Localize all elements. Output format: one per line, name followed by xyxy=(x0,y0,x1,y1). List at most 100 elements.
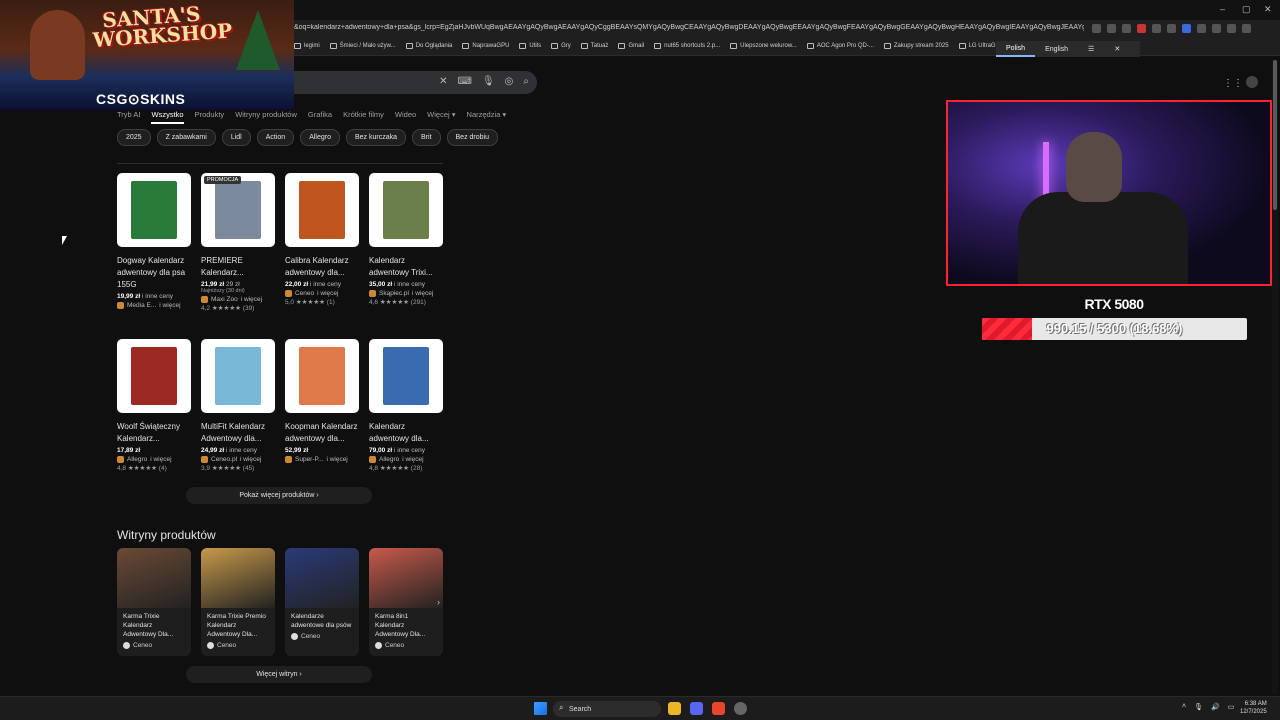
product-card[interactable]: Woolf Świąteczny Kalendarz... 17,89 zł Al… xyxy=(117,339,191,491)
bookmark-item[interactable]: Tatuaż xyxy=(580,43,608,49)
product-title[interactable]: PREMIERE Kalendarz... xyxy=(201,255,275,279)
keyboard-icon[interactable]: ⌨ xyxy=(458,76,472,87)
discord-icon[interactable] xyxy=(690,702,703,715)
product-image[interactable] xyxy=(369,173,443,247)
bookmark-item[interactable]: Do Oglądania xyxy=(405,43,452,49)
close-icon[interactable]: ✕ xyxy=(1264,4,1272,15)
product-card[interactable]: Calibra Kalendarz adwentowy dla... 22,00 … xyxy=(285,173,359,325)
filter-chip[interactable]: Action xyxy=(256,129,295,146)
product-image[interactable] xyxy=(285,339,359,413)
microphone-icon[interactable]: 🎙 xyxy=(1194,703,1203,711)
search-icon[interactable]: ⌕ xyxy=(523,76,529,87)
product-title[interactable]: MultiFit Kalendarz Adwentowy dla... xyxy=(201,421,275,445)
extension-icon[interactable] xyxy=(1152,24,1161,33)
filter-chip[interactable]: Bez kurczaka xyxy=(345,129,407,146)
filter-chip[interactable]: Bez drobiu xyxy=(446,129,498,146)
taskbar-search[interactable]: ⌕ Search xyxy=(553,701,661,717)
extension-icon[interactable] xyxy=(1167,24,1176,33)
product-card[interactable]: Kalendarz adwentowy dla... 79,00 zł i inn… xyxy=(369,339,443,491)
search-tab[interactable]: Wideo xyxy=(395,110,416,124)
bookmark-item[interactable]: Gmail xyxy=(618,43,644,49)
search-tab[interactable]: Narzędzia ▾ xyxy=(467,110,507,124)
filter-chip[interactable]: Lidl xyxy=(221,129,251,146)
file-explorer-icon[interactable] xyxy=(668,702,681,715)
url-text[interactable]: &oq=kalendarz+adwentowy+dla+psa&gs_lcrp=… xyxy=(294,24,1084,31)
extension-icon[interactable] xyxy=(1137,24,1146,33)
avatar[interactable] xyxy=(1246,76,1258,88)
show-more-products-button[interactable]: Pokaż więcej produktów › xyxy=(186,487,372,504)
scroll-thumb[interactable] xyxy=(1273,60,1277,210)
product-card[interactable]: Kalendarz adwentowy Trixi... 35,00 zł i i… xyxy=(369,173,443,325)
bookmark-item[interactable]: Zakupy stream 2025 xyxy=(883,43,949,49)
extension-icon[interactable] xyxy=(1122,24,1131,33)
maximize-icon[interactable]: ▢ xyxy=(1242,4,1251,15)
search-tab[interactable]: Krótkie filmy xyxy=(343,110,384,124)
bookmark-item[interactable]: Ulepszone welurow... xyxy=(730,43,797,49)
bookmark-item[interactable]: legimi xyxy=(294,43,320,49)
minimize-icon[interactable]: – xyxy=(1220,4,1225,14)
filter-chip[interactable]: Brit xyxy=(412,129,441,146)
network-icon[interactable]: ▭ xyxy=(1228,703,1235,711)
extension-icon[interactable] xyxy=(1242,24,1251,33)
product-card[interactable]: Dogway Kalendarz adwentowy dla psa 155G 1… xyxy=(117,173,191,325)
bookmark-item[interactable]: nut65 shortcuts 2.p... xyxy=(654,43,720,49)
product-image[interactable] xyxy=(117,173,191,247)
product-image[interactable] xyxy=(285,173,359,247)
settings-icon[interactable] xyxy=(734,702,747,715)
translate-tab-english[interactable]: English xyxy=(1035,41,1078,57)
site-card[interactable]: Kalendarze adwentowe dla psów Ceneo xyxy=(285,548,359,656)
clock[interactable]: 6:38 AM 12/7/2025 xyxy=(1240,700,1267,716)
filter-chip[interactable]: Allegro xyxy=(300,129,340,146)
clear-icon[interactable]: ✕ xyxy=(439,76,447,87)
search-tab[interactable]: Tryb AI xyxy=(117,110,140,124)
bookmark-item[interactable]: Śmieci / Mało używ... xyxy=(329,43,396,49)
search-tab[interactable]: Witryny produktów xyxy=(235,110,297,124)
extension-icon[interactable] xyxy=(1182,24,1191,33)
filter-chip[interactable]: Z zabawkami xyxy=(156,129,216,146)
product-card[interactable]: MultiFit Kalendarz Adwentowy dla... 24,99… xyxy=(201,339,275,491)
microphone-icon[interactable]: 🎙 xyxy=(482,76,495,87)
more-sites-button[interactable]: Więcej witryn › xyxy=(186,666,372,683)
search-input[interactable]: ✕ ⌨ 🎙 ◎ ⌕ xyxy=(294,71,537,94)
menu-icon[interactable]: ☰ xyxy=(1078,41,1104,57)
product-title[interactable]: Kalendarz adwentowy Trixi... xyxy=(369,255,443,279)
site-card[interactable]: Karma 8in1 Kalendarz Adwentowy Dla... Cen… xyxy=(369,548,443,656)
bookmark-item[interactable]: Utils xyxy=(519,43,541,49)
product-card[interactable]: PROMOCJA PREMIERE Kalendarz... 21,99 zł 29… xyxy=(201,173,275,325)
bookmark-item[interactable]: LG UltraG xyxy=(958,43,996,49)
search-tab[interactable]: Produkty xyxy=(195,110,225,124)
lens-icon[interactable]: ◎ xyxy=(505,76,514,87)
bookmark-item[interactable]: Gry xyxy=(551,43,571,49)
extension-icon[interactable] xyxy=(1092,24,1101,33)
filter-chip[interactable]: 2025 xyxy=(117,129,151,146)
apps-grid-icon[interactable]: ⋮⋮ xyxy=(1223,78,1243,89)
product-image[interactable] xyxy=(201,339,275,413)
extension-icon[interactable] xyxy=(1197,24,1206,33)
product-card[interactable]: Koopman Kalendarz adwentowy dla... 52,99 … xyxy=(285,339,359,491)
site-card[interactable]: Karma Trixie Kalendarz Adwentowy Dla... C… xyxy=(117,548,191,656)
extension-icon[interactable] xyxy=(1107,24,1116,33)
product-title[interactable]: Koopman Kalendarz adwentowy dla... xyxy=(285,421,359,445)
product-image[interactable] xyxy=(369,339,443,413)
bookmark-item[interactable]: AOC Agon Pro QD-... xyxy=(806,43,874,49)
product-title[interactable]: Kalendarz adwentowy dla... xyxy=(369,421,443,445)
extension-icon[interactable] xyxy=(1227,24,1236,33)
product-title[interactable]: Dogway Kalendarz adwentowy dla psa 155G xyxy=(117,255,191,291)
chevron-up-icon[interactable]: ˄ xyxy=(1182,703,1186,711)
extension-icon[interactable] xyxy=(1212,24,1221,33)
chevron-right-icon[interactable]: › xyxy=(437,597,440,607)
product-image[interactable]: PROMOCJA xyxy=(201,173,275,247)
translate-tab-polish[interactable]: Polish xyxy=(996,41,1036,57)
product-title[interactable]: Woolf Świąteczny Kalendarz... xyxy=(117,421,191,445)
close-icon[interactable]: ✕ xyxy=(1104,41,1130,57)
search-tab[interactable]: Więcej ▾ xyxy=(427,110,455,124)
product-image[interactable] xyxy=(117,339,191,413)
windows-start-icon[interactable] xyxy=(534,702,547,715)
search-tab[interactable]: Wszystko xyxy=(151,110,184,124)
bookmark-item[interactable]: NaprawaGPU xyxy=(462,43,509,49)
volume-icon[interactable]: 🔊 xyxy=(1211,703,1220,711)
product-title[interactable]: Calibra Kalendarz adwentowy dla... xyxy=(285,255,359,279)
search-tab[interactable]: Grafika xyxy=(308,110,332,124)
scrollbar[interactable] xyxy=(1272,60,1278,694)
brave-browser-icon[interactable] xyxy=(712,702,725,715)
